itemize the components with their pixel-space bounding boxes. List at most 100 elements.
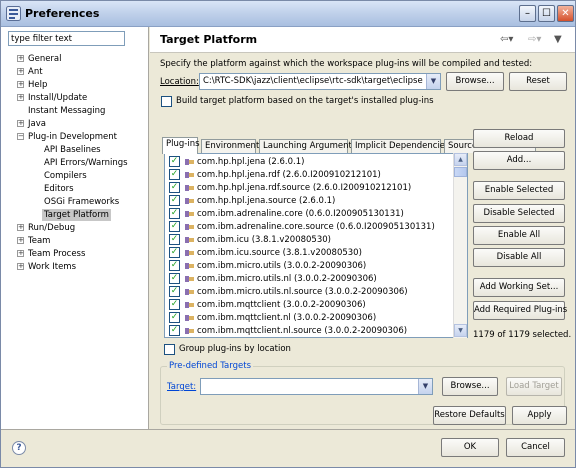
expand-general-icon[interactable]: + xyxy=(17,55,24,62)
plugin-checkbox[interactable]: ✓ xyxy=(169,182,180,193)
plugin-checkbox[interactable]: ✓ xyxy=(169,208,180,219)
plugin-icon xyxy=(185,211,194,217)
location-combo[interactable]: C:\RTC-SDK\jazz\client\eclipse\rtc-sdk\t… xyxy=(199,73,441,90)
tree-item-editors[interactable]: Editors xyxy=(44,183,74,195)
preference-page: Target Platform ⇦▾ ⇨▾ ▼ Specify the plat… xyxy=(150,27,575,429)
cancel-button[interactable]: Cancel xyxy=(506,438,565,457)
plugin-checkbox[interactable]: ✓ xyxy=(169,273,180,284)
tab-plugins[interactable]: Plug-ins xyxy=(162,137,200,154)
location-dropdown-icon[interactable]: ▼ xyxy=(426,74,440,89)
back-icon[interactable]: ⇦▾ xyxy=(500,34,513,45)
plugin-checkbox[interactable]: ✓ xyxy=(169,234,180,245)
tree-item-run-debug[interactable]: Run/Debug xyxy=(28,222,75,234)
plugin-checkbox[interactable]: ✓ xyxy=(169,325,180,336)
location-browse-button[interactable]: Browse... xyxy=(446,72,504,91)
plugin-list[interactable]: ✓ com.hp.hpl.jena (2.6.0.1) ✓ com.hp.hpl.je… xyxy=(164,153,468,338)
load-target-button[interactable]: Load Target xyxy=(506,377,562,396)
forward-icon[interactable]: ⇨▾ xyxy=(528,34,541,45)
close-button[interactable]: ✕ xyxy=(557,5,574,22)
plugin-checkbox[interactable]: ✓ xyxy=(169,260,180,271)
tree-item-team[interactable]: Team xyxy=(28,235,50,247)
expand-run-debug-icon[interactable]: + xyxy=(17,224,24,231)
plugin-checkbox[interactable]: ✓ xyxy=(169,195,180,206)
tree-item-api-errors[interactable]: API Errors/Warnings xyxy=(44,157,128,169)
scroll-thumb[interactable] xyxy=(454,167,467,177)
tree-item-work-items[interactable]: Work Items xyxy=(28,261,76,273)
target-dropdown-icon[interactable]: ▼ xyxy=(418,379,432,394)
tree-item-ant[interactable]: Ant xyxy=(28,66,43,78)
expand-team-icon[interactable]: + xyxy=(17,237,24,244)
scroll-down-icon[interactable]: ▼ xyxy=(454,324,467,337)
expand-help-icon[interactable]: + xyxy=(17,81,24,88)
plugin-icon xyxy=(185,276,194,282)
plugin-label: com.ibm.icu (3.8.1.v20080530) xyxy=(197,235,331,245)
build-target-label: Build target platform based on the targe… xyxy=(176,96,434,106)
ok-button[interactable]: OK xyxy=(441,438,499,457)
enable-selected-button[interactable]: Enable Selected xyxy=(473,181,565,200)
footer-divider xyxy=(1,429,575,430)
collapse-plugin-development-icon[interactable]: − xyxy=(17,133,24,140)
plugin-icon xyxy=(185,237,194,243)
tree-item-osgi-frameworks[interactable]: OSGi Frameworks xyxy=(44,196,119,208)
tree-item-java[interactable]: Java xyxy=(28,118,46,130)
plugin-label: com.ibm.micro.utils.nl.source (3.0.0.2-2… xyxy=(197,287,408,297)
plugin-checkbox[interactable]: ✓ xyxy=(169,286,180,297)
plugin-checkbox[interactable]: ✓ xyxy=(169,221,180,232)
plugin-checkbox[interactable]: ✓ xyxy=(169,169,180,180)
plugin-checkbox[interactable]: ✓ xyxy=(169,312,180,323)
window-title: Preferences xyxy=(25,7,100,20)
preference-tree-pane: + General + Ant + Help + Install/Update … xyxy=(1,27,149,429)
tab-environment[interactable]: Environment xyxy=(201,139,259,153)
tab-launching-arguments[interactable]: Launching Arguments xyxy=(259,139,356,153)
disable-selected-button[interactable]: Disable Selected xyxy=(473,204,565,223)
restore-defaults-button[interactable]: Restore Defaults xyxy=(433,406,506,425)
reset-button[interactable]: Reset xyxy=(509,72,567,91)
enable-all-button[interactable]: Enable All xyxy=(473,226,565,245)
plugin-icon xyxy=(185,263,194,269)
plugin-icon xyxy=(185,250,194,256)
plugin-label: com.ibm.adrenaline.core.source (0.6.0.I2… xyxy=(197,222,435,232)
add-required-plugins-button[interactable]: Add Required Plug-ins xyxy=(473,301,567,320)
tree-item-instant-messaging[interactable]: Instant Messaging xyxy=(28,105,105,117)
location-label: Location: xyxy=(160,77,199,87)
build-target-checkbox[interactable] xyxy=(161,96,172,107)
minimize-button[interactable]: – xyxy=(519,5,536,22)
plugin-label: com.ibm.micro.utils.nl (3.0.0.2-20090306… xyxy=(197,274,377,284)
tree-item-target-platform[interactable]: Target Platform xyxy=(42,209,111,221)
plugin-checkbox[interactable]: ✓ xyxy=(169,247,180,258)
target-combo[interactable]: ▼ xyxy=(200,378,433,395)
view-menu-icon[interactable]: ▼ xyxy=(554,34,562,45)
apply-button[interactable]: Apply xyxy=(512,406,567,425)
plugin-checkbox[interactable]: ✓ xyxy=(169,156,180,167)
preferences-app-icon xyxy=(6,6,21,21)
tree-item-install-update[interactable]: Install/Update xyxy=(28,92,87,104)
scroll-up-icon[interactable]: ▲ xyxy=(454,153,467,166)
reload-button[interactable]: Reload xyxy=(473,129,565,148)
predefined-targets-title: Pre-defined Targets xyxy=(167,361,253,371)
plugin-checkbox[interactable]: ✓ xyxy=(169,299,180,310)
group-by-location-label: Group plug-ins by location xyxy=(179,344,291,354)
target-browse-button[interactable]: Browse... xyxy=(442,377,498,396)
tree-item-compilers[interactable]: Compilers xyxy=(44,170,87,182)
expand-work-items-icon[interactable]: + xyxy=(17,263,24,270)
add-button[interactable]: Add... xyxy=(473,151,565,170)
disable-all-button[interactable]: Disable All xyxy=(473,248,565,267)
expand-java-icon[interactable]: + xyxy=(17,120,24,127)
tree-item-general[interactable]: General xyxy=(28,53,62,65)
tree-item-api-baselines[interactable]: API Baselines xyxy=(44,144,101,156)
tree-item-help[interactable]: Help xyxy=(28,79,47,91)
tree-item-team-process[interactable]: Team Process xyxy=(28,248,85,260)
filter-input[interactable] xyxy=(8,31,125,46)
plugin-list-scrollbar[interactable]: ▲ ▼ xyxy=(453,153,467,338)
tree-item-plugin-development[interactable]: Plug-in Development xyxy=(28,131,117,143)
plugin-icon xyxy=(185,302,194,308)
group-by-location-checkbox[interactable] xyxy=(164,344,175,355)
expand-team-process-icon[interactable]: + xyxy=(17,250,24,257)
expand-ant-icon[interactable]: + xyxy=(17,68,24,75)
add-working-set-button[interactable]: Add Working Set... xyxy=(473,278,565,297)
expand-install-icon[interactable]: + xyxy=(17,94,24,101)
tab-implicit-dependencies[interactable]: Implicit Dependencies xyxy=(351,139,449,153)
help-icon[interactable]: ? xyxy=(12,441,26,455)
plugin-label: com.hp.hpl.jena.rdf (2.6.0.I200910212101… xyxy=(197,170,381,180)
maximize-button[interactable]: ☐ xyxy=(538,5,555,22)
